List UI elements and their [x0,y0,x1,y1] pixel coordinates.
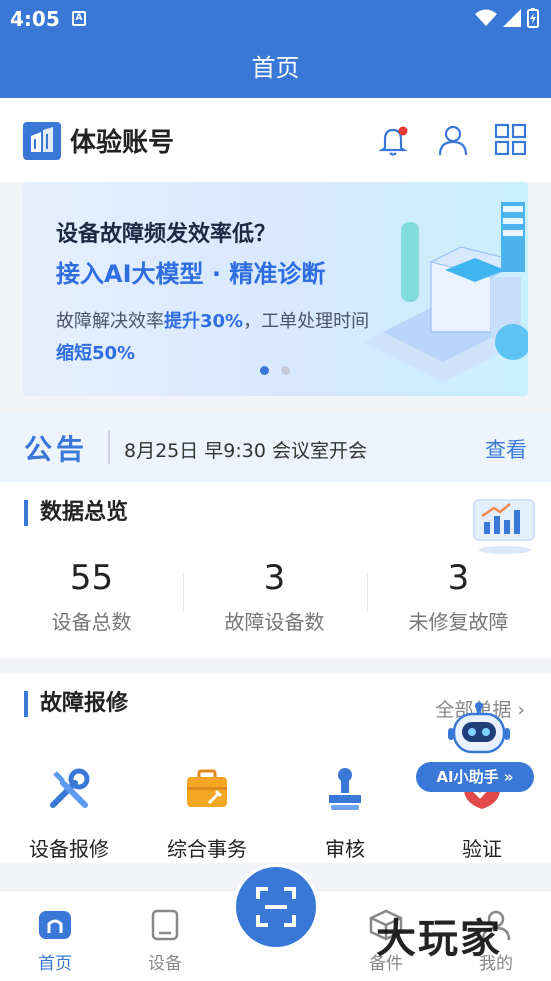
bell-icon[interactable] [376,122,412,158]
device-icon [151,909,179,941]
signal-icon [503,9,521,27]
account-header: 体验账号 [0,98,551,182]
stat-total-devices[interactable]: 55 设备总数 [0,558,183,635]
stamp-icon [329,768,361,810]
carousel-indicator [260,366,290,375]
promo-banner[interactable]: 设备故障频发效率低？ 接入AI大模型 · 精准诊断 故障解决效率提升30%，工单… [23,182,528,396]
scan-icon [256,887,296,927]
account-name[interactable]: 体验账号 [70,122,174,159]
ai-assistant-button[interactable]: AI小助手 » [416,762,534,792]
carousel-dot-2[interactable] [281,366,290,375]
status-bar: 4:05 A [0,0,551,38]
data-overview-card: 数据总览 55 设备总数 3 故障设备数 3 未修复故障 [0,482,551,658]
general-affairs-button[interactable]: 综合事务 [138,765,276,862]
banner-body: 故障解决效率提升30%，工单处理时间 缩短50% [56,311,370,364]
divider [108,430,110,464]
section-title: 数据总览 [24,500,128,526]
stat-unrepaired-faults[interactable]: 3 未修复故障 [367,558,550,635]
accessibility-badge-icon: A [72,11,86,26]
audit-button[interactable]: 审核 [276,765,414,862]
announcement-tag: 公告 [24,433,89,466]
home-icon [39,911,71,939]
scan-button[interactable] [233,864,319,950]
banner-subheadline: 接入AI大模型 · 精准诊断 [56,260,326,288]
carousel-dot-1[interactable] [260,366,269,375]
status-time: 4:05 [10,7,60,31]
watermark-logo: 大玩家 [376,916,502,962]
announcement-bar: 公告 8月25日 早9:30 会议室开会 查看 [0,412,551,482]
grid-menu-icon[interactable] [493,122,529,158]
robot-mascot-icon [448,702,510,754]
user-icon[interactable] [435,122,471,158]
tab-home[interactable]: 首页 [15,909,95,974]
announcement-text: 8月25日 早9:30 会议室开会 [124,440,368,462]
toolbox-icon [187,769,227,807]
wifi-icon [475,9,497,26]
tab-devices[interactable]: 设备 [125,909,205,974]
page-title: 首页 [0,38,551,98]
section-title: 故障报修 [24,691,128,717]
stat-faulty-devices[interactable]: 3 故障设备数 [183,558,366,635]
server-illustration [363,202,528,382]
app-logo-icon [23,122,61,160]
chart-illustration-icon [473,499,535,554]
ai-assistant-float[interactable]: AI小助手 » [416,700,536,800]
system-icons [475,8,539,28]
device-repair-button[interactable]: 设备报修 [0,765,138,862]
view-announcement-link[interactable]: 查看 [485,434,527,464]
tools-icon [50,768,90,808]
banner-headline: 设备故障频发效率低？ [56,222,277,247]
battery-icon [527,8,539,28]
